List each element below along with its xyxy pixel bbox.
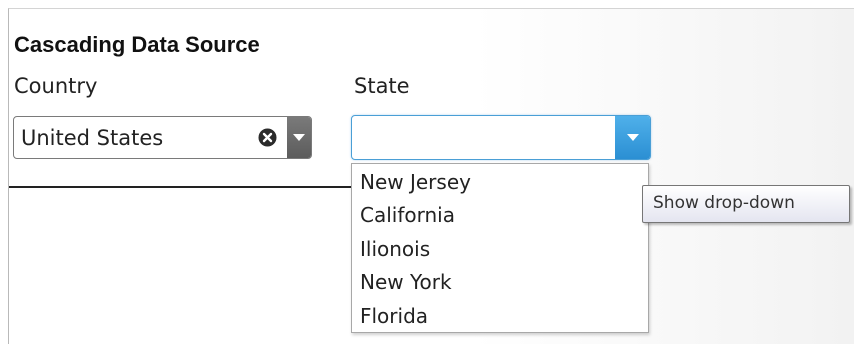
state-dropdown-list: New Jersey California Ilionois New York … — [351, 163, 649, 333]
dropdown-item[interactable]: California — [360, 199, 640, 231]
dropdown-item[interactable]: New York — [360, 266, 640, 298]
tooltip-text: Show drop-down — [653, 193, 795, 213]
state-label: State — [354, 74, 410, 98]
chevron-down-icon — [627, 134, 639, 141]
dropdown-item[interactable]: Florida — [360, 300, 640, 332]
country-label: Country — [14, 74, 98, 98]
dropdown-item[interactable]: New Jersey — [360, 166, 640, 198]
country-dropdown-button[interactable] — [287, 117, 311, 158]
state-input[interactable] — [354, 118, 612, 156]
state-dropdown-button[interactable] — [615, 116, 650, 159]
country-combobox[interactable]: United States — [13, 116, 312, 159]
dropdown-item[interactable]: Ilionois — [360, 233, 640, 265]
divider-line — [9, 186, 351, 188]
country-selected-value[interactable]: United States — [21, 126, 163, 150]
tooltip: Show drop-down — [642, 185, 850, 223]
chevron-down-icon — [293, 134, 305, 141]
state-combobox[interactable] — [351, 115, 651, 160]
clear-icon[interactable] — [258, 128, 277, 147]
section-title: Cascading Data Source — [14, 32, 260, 57]
